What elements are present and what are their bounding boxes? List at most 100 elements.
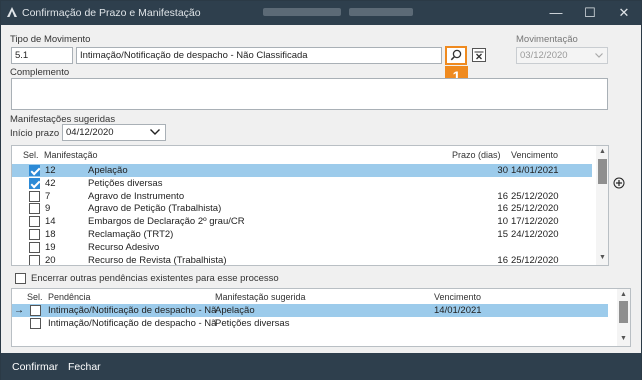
col-header-sel: Sel. [23,150,39,160]
vencimento-date: 17/12/2020 [511,216,559,228]
row-select-checkbox[interactable] [29,165,40,176]
manifestacao-name: Recurso Adesivo [88,241,160,253]
row-select-checkbox[interactable] [29,190,40,202]
table-row[interactable]: 20 Recurso de Revista (Trabalhista) 16 25/1… [12,254,592,266]
vencimento-date: 14/01/2021 [511,165,559,176]
minimize-button[interactable]: — [539,1,573,25]
manifestacao-sugerida-text: Petições diversas [215,318,290,329]
pendencias-scrollbar[interactable]: ▲ ▼ [617,289,630,346]
confirmar-button[interactable]: Confirmar [12,361,58,373]
tipo-description-field[interactable]: Intimação/Notificação de despacho - Não … [76,47,442,64]
col-header-vencimento: Vencimento [511,150,559,160]
manifestacao-name: Agravo de Instrumento [88,190,185,202]
row-select-checkbox[interactable] [29,229,40,240]
complemento-label: Complemento [10,67,70,78]
scroll-down-icon[interactable]: ▼ [617,335,630,342]
clear-field-icon[interactable] [471,47,487,63]
col-header-vencimento: Vencimento [434,292,482,302]
vencimento-date: 24/12/2020 [511,229,559,240]
manifestacao-code: 42 [45,177,56,189]
encerrar-pendencias-checkbox[interactable] [15,273,26,284]
manifestacao-name: Apelação [88,165,128,176]
tipo-code-field[interactable]: 5.1 [11,47,73,64]
vencimento-date: 14/01/2021 [434,305,482,316]
footer-bar: Confirmar Fechar [1,353,641,380]
manifestacao-name: Reclamação (TRT2) [88,229,174,240]
col-header-sel: Sel. [27,292,43,302]
manifestacao-name: Agravo de Petição (Trabalhista) [88,203,222,215]
manifestacao-code: 18 [45,229,56,240]
current-row-arrow-icon: → [14,305,24,316]
manifestacao-name: Recurso de Revista (Trabalhista) [88,254,227,266]
scrollbar-thumb[interactable] [598,159,607,184]
prazo-dias: 16 [497,203,508,215]
table-row[interactable]: 9 Agravo de Petição (Trabalhista) 16 25/12/… [12,202,592,215]
manifestacao-code: 9 [45,203,51,215]
scroll-up-icon[interactable]: ▲ [617,291,630,298]
encerrar-pendencias-label: Encerrar outras pendências existentes pa… [31,273,279,284]
window-title: Confirmação de Prazo e Manifestação [22,7,201,19]
table-row[interactable]: 7 Agravo de Instrumento 16 25/12/2020 [12,190,592,203]
col-header-prazo: Prazo (dias) [452,150,501,160]
prazo-dias: 30 [497,165,508,176]
manifestacao-name: Embargos de Declaração 2º grau/CR [88,216,245,228]
row-select-checkbox[interactable] [30,305,41,316]
close-button[interactable]: ✕ [607,1,641,25]
inicio-prazo-value: 04/12/2020 [66,127,114,138]
current-row-arrow-icon: → [12,164,14,177]
inicio-prazo-label: Início prazo [10,128,60,139]
row-select-checkbox[interactable] [29,254,40,265]
vencimento-date: 25/12/2020 [511,254,559,266]
table-row[interactable]: Intimação/Notificação de despacho - Nã Pe… [12,317,608,330]
table-row[interactable]: → Intimação/Notificação de despacho - Nã A… [12,304,608,317]
row-select-checkbox[interactable] [29,177,40,189]
prazo-dias: 16 [497,254,508,266]
col-header-manifestacao: Manifestação [44,150,98,160]
table-row[interactable]: → 12 Apelação 3014/01/2021 [12,164,592,177]
scroll-up-icon[interactable]: ▲ [596,148,608,155]
manifestacao-code: 12 [45,165,56,176]
chevron-down-icon [150,129,160,135]
redacted-text [349,8,413,16]
inicio-prazo-date-field[interactable]: 04/12/2020 [62,124,166,141]
maximize-button[interactable]: ☐ [573,1,607,25]
magnifier-icon [450,49,462,61]
prazo-dias: 15 [497,229,508,240]
manifestacao-name: Petições diversas [88,177,163,189]
search-button[interactable] [445,46,467,65]
movimentacao-date-value: 03/12/2020 [520,50,568,61]
col-header-pendencia: Pendência [48,292,91,302]
vencimento-date: 25/12/2020 [511,190,559,202]
manifestacoes-grid: Sel. Manifestação Prazo (dias) Venciment… [11,145,609,266]
movimentacao-date-field[interactable]: 03/12/2020 [516,47,608,64]
manifestacoes-scrollbar[interactable]: ▲ ▼ [596,146,608,265]
scrollbar-thumb[interactable] [619,301,628,323]
row-select-checkbox[interactable] [29,203,40,215]
manifestacao-code: 19 [45,241,56,253]
manifestacao-code: 14 [45,216,56,228]
complemento-field[interactable] [11,78,608,110]
movimentacao-label: Movimentação [516,34,578,45]
manifestacao-code: 7 [45,190,51,202]
pendencias-grid: Sel. Pendência Manifestação sugerida Ven… [11,288,631,347]
manifestacao-code: 20 [45,254,56,266]
redacted-text [263,8,341,16]
table-row[interactable]: 18 Reclamação (TRT2) 15 24/12/2020 [12,228,592,241]
row-select-checkbox[interactable] [29,216,40,228]
table-row[interactable]: 14 Embargos de Declaração 2º grau/CR 10 17/… [12,215,592,228]
dialog-window: Confirmação de Prazo e Manifestação — ☐ … [0,0,642,380]
fechar-button[interactable]: Fechar [68,361,101,373]
add-circle-icon[interactable] [613,177,625,189]
col-header-manifestacao-sugerida: Manifestação sugerida [215,292,306,302]
pendencia-text: Intimação/Notificação de despacho - Nã [48,318,217,329]
prazo-dias: 10 [497,216,508,228]
scroll-down-icon[interactable]: ▼ [596,254,608,261]
table-row[interactable]: 42 Petições diversas [12,177,592,190]
prazo-dias: 16 [497,190,508,202]
row-select-checkbox[interactable] [29,241,40,253]
tipo-movimento-label: Tipo de Movimento [10,34,91,45]
row-select-checkbox[interactable] [30,318,41,329]
table-row[interactable]: 19 Recurso Adesivo [12,241,592,254]
title-bar: Confirmação de Prazo e Manifestação — ☐ … [1,1,641,25]
manifestacao-sugerida-text: Apelação [215,305,255,316]
